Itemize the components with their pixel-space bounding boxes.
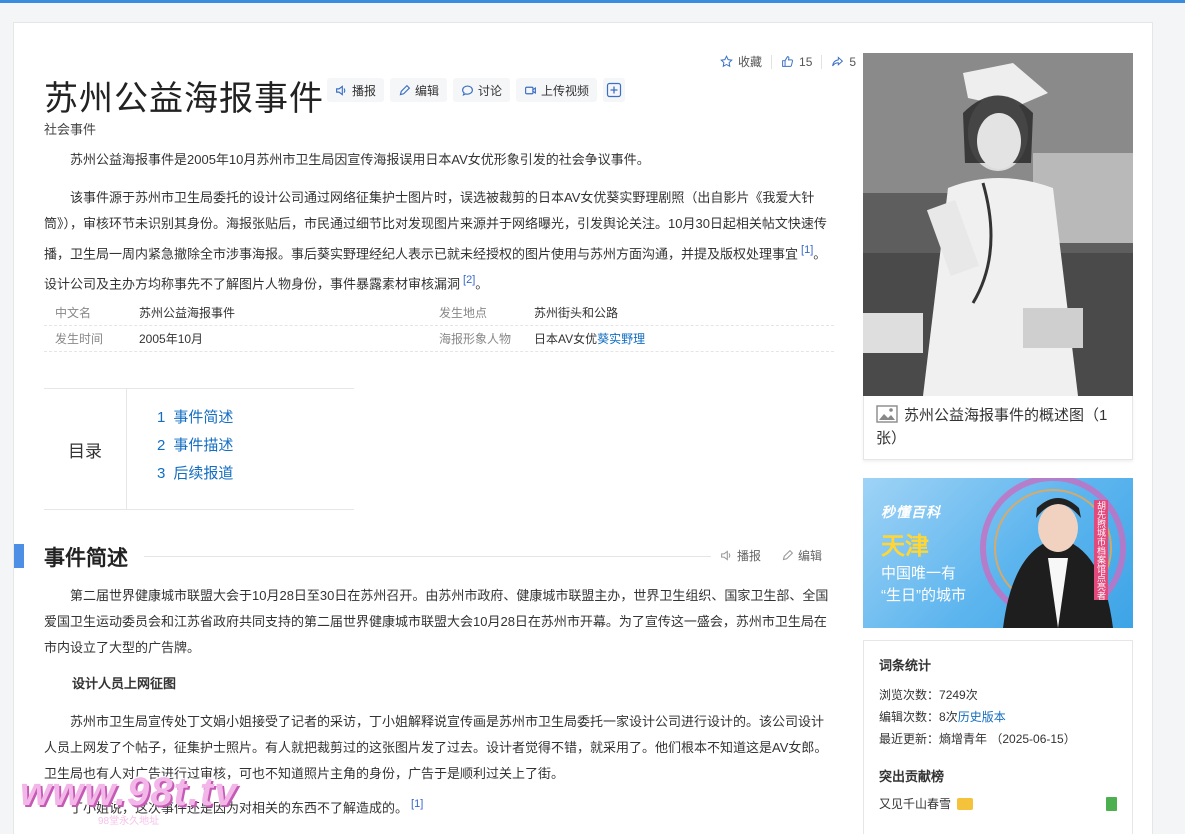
history-link[interactable]: 历史版本 [958, 710, 1006, 724]
title-actions: 播报 编辑 讨论 上传视频 [327, 78, 626, 102]
contributor-item[interactable]: 又见千山春雪 [879, 795, 1117, 812]
banner-city: 天津 [881, 533, 929, 560]
toc-item-2[interactable]: 2 事件描述 [157, 434, 233, 462]
reference-link-3[interactable]: [1] [411, 798, 423, 810]
banner-brand: 秒懂百科 [881, 504, 941, 520]
speaker-icon [721, 550, 731, 561]
views-stat: 浏览次数：7249次 [879, 688, 978, 702]
photo-caption[interactable]: 苏州公益海报事件的概述图（1张） [863, 396, 1133, 460]
edit-button[interactable]: 编辑 [390, 78, 448, 102]
section-marker [14, 544, 24, 568]
stats-title: 词条统计 [879, 658, 932, 673]
plus-box-icon [606, 82, 622, 98]
bookmark-icon [1106, 796, 1117, 811]
page-title: 苏州公益海报事件 [44, 80, 324, 118]
section-actions: 播报 编辑 [720, 547, 822, 564]
level-badge-icon [957, 797, 974, 810]
favorite-button[interactable]: 收藏 [711, 53, 771, 70]
summary-paragraph: 苏州公益海报事件是2005年10月苏州市卫生局因宣传海报误用日本AV女优形象引发… [70, 152, 650, 167]
banner-tag: 胡先煦城市档案馆点亮者 [1094, 500, 1108, 600]
pencil-icon [399, 84, 411, 95]
speaker-icon [336, 84, 346, 96]
watermark: www.98t.tv 98堂永久地址 [20, 770, 238, 827]
edits-stat: 编辑次数：8次历史版本 [879, 710, 1006, 724]
section-play-button[interactable]: 播报 [720, 547, 761, 564]
discuss-button[interactable]: 讨论 [453, 78, 511, 102]
add-button[interactable] [603, 78, 626, 102]
top-accent-line [0, 0, 1185, 3]
play-button[interactable]: 播报 [327, 78, 385, 102]
entry-stats-panel: 词条统计 浏览次数：7249次 编辑次数：8次历史版本 最近更新：熵增青年 （2… [863, 640, 1133, 834]
table-of-contents: 目录 1 事件简述 2 事件描述 3 后续报道 [44, 388, 354, 510]
section-divider [144, 556, 711, 557]
meta-bar: 收藏 15 5 [711, 53, 865, 70]
watermark-text: www.98t.tv [20, 770, 238, 814]
section-edit-button[interactable]: 编辑 [781, 547, 822, 564]
summary-photo[interactable] [863, 53, 1133, 396]
like-button[interactable]: 15 [771, 54, 821, 69]
pencil-icon [782, 549, 794, 561]
image-gallery-icon [876, 405, 898, 423]
info-table: 中文名 苏州公益海报事件 发生地点 苏州街头和公路 发生时间 2005年10月 … [44, 300, 834, 352]
info-row: 中文名 苏州公益海报事件 发生地点 苏州街头和公路 [44, 300, 834, 326]
info-row: 发生时间 2005年10月 海报形象人物 日本AV女优葵实野理 [44, 326, 834, 352]
share-icon [832, 56, 844, 67]
video-icon [525, 86, 536, 94]
reference-link-1[interactable]: [1] [801, 244, 813, 256]
share-button[interactable]: 5 [821, 54, 865, 69]
toc-label: 目录 [44, 389, 127, 509]
chat-icon [462, 84, 473, 96]
banner-line-2: “生日”的城市 [881, 587, 966, 604]
intro-paragraph: 该事件源于苏州市卫生局委托的设计公司通过网络征集护士图片时，误选被裁剪的日本AV… [44, 190, 827, 292]
photo-illustration [863, 53, 1133, 396]
toc-item-3[interactable]: 3 后续报道 [157, 462, 233, 490]
article-page: 苏州公益海报事件 播报 编辑 讨论 上传视频 社会事件 收藏 15 5 苏州公益… [13, 22, 1153, 834]
contributors-title: 突出贡献榜 [879, 769, 945, 784]
promo-banner[interactable]: 秒懂百科 天津 中国唯一有 “生日”的城市 胡先煦城市档案馆点亮者 [863, 478, 1133, 628]
category-label: 社会事件 [44, 122, 97, 137]
star-icon [720, 55, 733, 68]
person-link[interactable]: 葵实野理 [597, 332, 645, 346]
section-title: 事件简述 [44, 547, 128, 570]
banner-line-1: 中国唯一有 [881, 565, 957, 582]
subsection-heading: 设计人员上网征图 [72, 676, 177, 691]
reference-link-2[interactable]: [2] [463, 274, 475, 286]
updated-stat: 最近更新：熵增青年 （2025-06-15） [879, 732, 1076, 746]
section-paragraph-1: 第二届世界健康城市联盟大会于10月28日至30日在苏州召开。由苏州市政府、健康城… [44, 588, 829, 655]
toc-item-1[interactable]: 1 事件简述 [157, 406, 233, 434]
watermark-subtext: 98堂永久地址 [98, 816, 160, 827]
thumbs-up-icon [782, 56, 793, 67]
upload-video-button[interactable]: 上传视频 [516, 78, 598, 102]
